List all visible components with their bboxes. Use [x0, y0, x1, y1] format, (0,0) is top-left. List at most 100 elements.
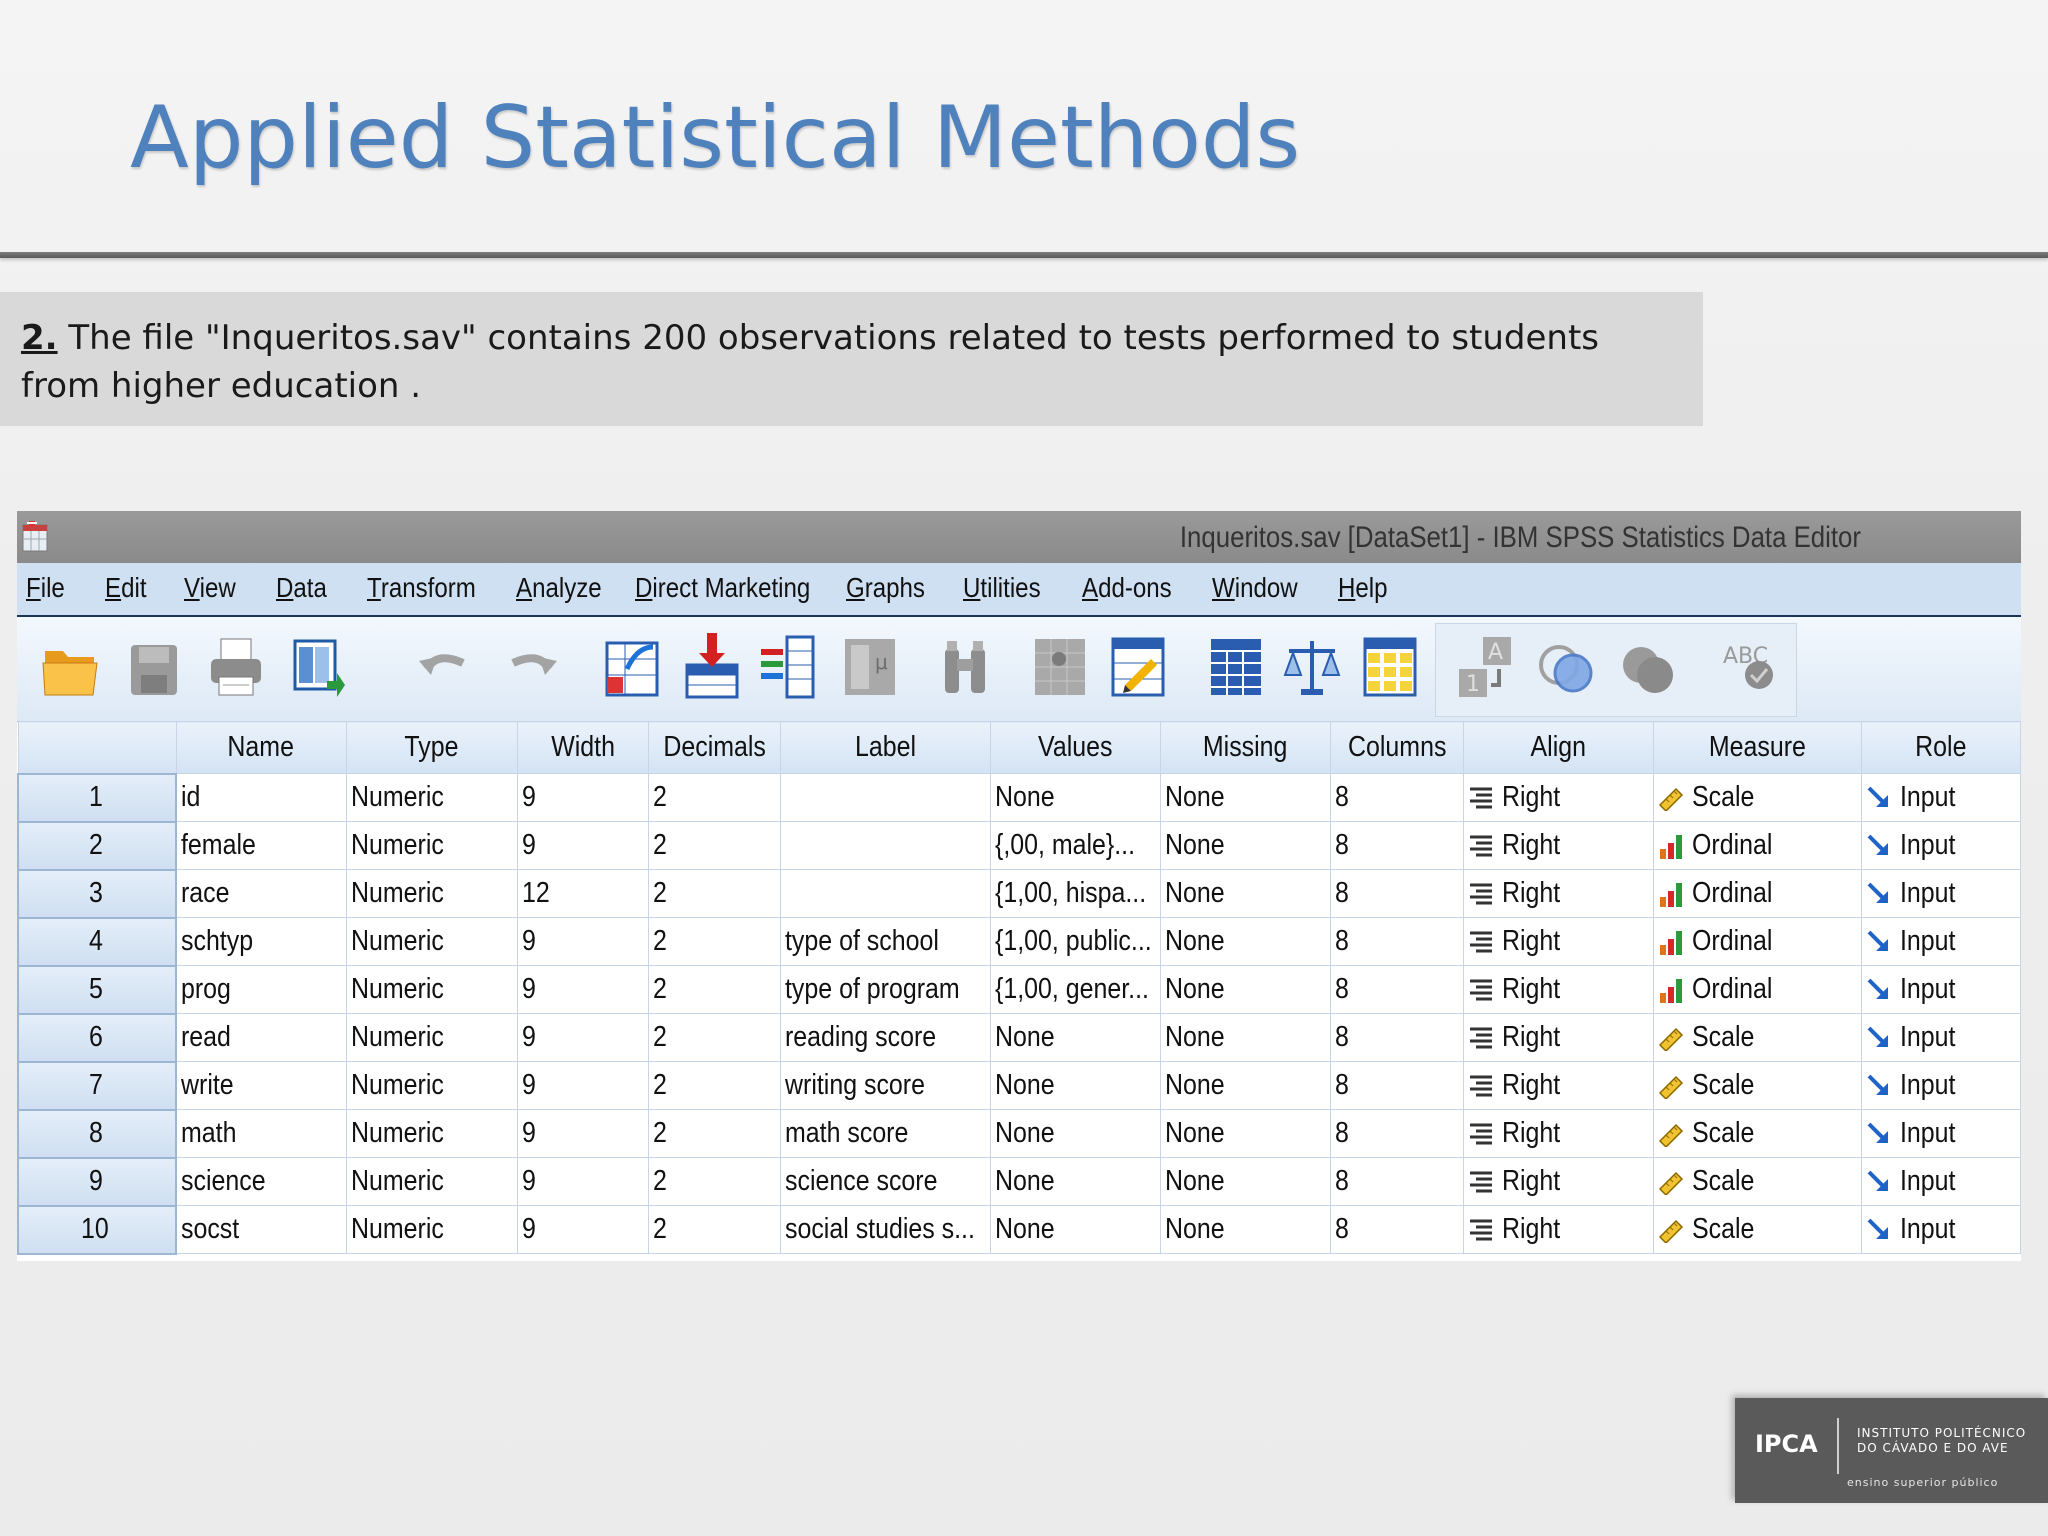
- cell-type[interactable]: Numeric: [345, 869, 518, 918]
- cell-align[interactable]: Right: [1462, 1157, 1654, 1206]
- cell-align[interactable]: Right: [1462, 821, 1654, 870]
- cell-missing[interactable]: None: [1159, 1205, 1331, 1254]
- cell-measure[interactable]: Ordinal: [1652, 965, 1862, 1014]
- column-header-align[interactable]: Align: [1462, 721, 1654, 774]
- redo-icon[interactable]: [501, 629, 563, 703]
- cell-columns[interactable]: 8: [1329, 965, 1464, 1014]
- cell-measure[interactable]: Scale: [1652, 1109, 1862, 1158]
- menu-edit[interactable]: Edit: [105, 572, 147, 604]
- cell-name[interactable]: schtyp: [175, 917, 347, 966]
- cell-name[interactable]: socst: [175, 1205, 347, 1254]
- cell-columns[interactable]: 8: [1329, 1205, 1464, 1254]
- cell-columns[interactable]: 8: [1329, 1013, 1464, 1062]
- cell-missing[interactable]: None: [1159, 1013, 1331, 1062]
- cell-type[interactable]: Numeric: [345, 821, 518, 870]
- cell-label[interactable]: writing score: [779, 1061, 991, 1110]
- cell-columns[interactable]: 8: [1329, 1157, 1464, 1206]
- goto-case-icon[interactable]: [601, 629, 663, 703]
- cell-width[interactable]: 9: [516, 1157, 649, 1206]
- column-header-measure[interactable]: Measure: [1652, 721, 1862, 774]
- row-number-10[interactable]: 10: [17, 1204, 178, 1255]
- cell-values[interactable]: None: [989, 1109, 1161, 1158]
- cell-measure[interactable]: Ordinal: [1652, 917, 1862, 966]
- save-icon[interactable]: [123, 629, 185, 703]
- recall-dialog-icon[interactable]: [287, 629, 349, 703]
- split-file-icon[interactable]: μ: [839, 629, 901, 703]
- value-labels-icon[interactable]: [1107, 629, 1169, 703]
- cell-type[interactable]: Numeric: [345, 1205, 518, 1254]
- row-number-7[interactable]: 7: [17, 1060, 178, 1111]
- cell-width[interactable]: 9: [516, 917, 649, 966]
- use-variable-sets-icon[interactable]: [1205, 629, 1267, 703]
- cell-label[interactable]: math score: [779, 1109, 991, 1158]
- cell-label[interactable]: type of program: [779, 965, 991, 1014]
- cell-type[interactable]: Numeric: [345, 1157, 518, 1206]
- cell-columns[interactable]: 8: [1329, 773, 1464, 822]
- cell-columns[interactable]: 8: [1329, 1109, 1464, 1158]
- cell-width[interactable]: 9: [516, 773, 649, 822]
- cell-decimals[interactable]: 2: [647, 1205, 781, 1254]
- print-icon[interactable]: [205, 629, 267, 703]
- cell-values[interactable]: {,00, male}...: [989, 821, 1161, 870]
- menu-direct-marketing[interactable]: Direct Marketing: [635, 572, 810, 604]
- cell-width[interactable]: 9: [516, 965, 649, 1014]
- cell-missing[interactable]: None: [1159, 1061, 1331, 1110]
- cell-measure[interactable]: Ordinal: [1652, 821, 1862, 870]
- weight-cases-icon[interactable]: [1281, 629, 1343, 703]
- cell-name[interactable]: math: [175, 1109, 347, 1158]
- insert-cases-icon[interactable]: [681, 629, 743, 703]
- cell-label[interactable]: [779, 773, 991, 822]
- cell-role[interactable]: Input: [1860, 821, 2021, 870]
- cell-decimals[interactable]: 2: [647, 1013, 781, 1062]
- cell-label[interactable]: [779, 869, 991, 918]
- cell-columns[interactable]: 8: [1329, 917, 1464, 966]
- column-header-width[interactable]: Width: [516, 721, 649, 774]
- spss-app-icon[interactable]: [21, 519, 51, 553]
- cell-decimals[interactable]: 2: [647, 965, 781, 1014]
- column-header-missing[interactable]: Missing: [1159, 721, 1331, 774]
- spell-check-icon[interactable]: ABC: [1717, 629, 1779, 703]
- cell-type[interactable]: Numeric: [345, 1013, 518, 1062]
- cell-name[interactable]: prog: [175, 965, 347, 1014]
- cell-role[interactable]: Input: [1860, 1205, 2021, 1254]
- cell-decimals[interactable]: 2: [647, 821, 781, 870]
- cell-measure[interactable]: Scale: [1652, 1013, 1862, 1062]
- cell-values[interactable]: None: [989, 1061, 1161, 1110]
- cell-missing[interactable]: None: [1159, 773, 1331, 822]
- menu-help[interactable]: Help: [1338, 572, 1388, 604]
- row-number-1[interactable]: 1: [17, 772, 178, 823]
- cell-type[interactable]: Numeric: [345, 1061, 518, 1110]
- cell-align[interactable]: Right: [1462, 773, 1654, 822]
- cell-decimals[interactable]: 2: [647, 1109, 781, 1158]
- open-folder-icon[interactable]: [39, 629, 101, 703]
- cell-decimals[interactable]: 2: [647, 1157, 781, 1206]
- menu-add-ons[interactable]: Add-ons: [1082, 572, 1172, 604]
- cell-label[interactable]: [779, 821, 991, 870]
- cell-align[interactable]: Right: [1462, 869, 1654, 918]
- cell-align[interactable]: Right: [1462, 1109, 1654, 1158]
- cell-values[interactable]: None: [989, 1157, 1161, 1206]
- cell-missing[interactable]: None: [1159, 917, 1331, 966]
- cell-width[interactable]: 9: [516, 1061, 649, 1110]
- cell-align[interactable]: Right: [1462, 965, 1654, 1014]
- cell-missing[interactable]: None: [1159, 821, 1331, 870]
- cell-values[interactable]: {1,00, public...: [989, 917, 1161, 966]
- cell-missing[interactable]: None: [1159, 965, 1331, 1014]
- cell-values[interactable]: {1,00, hispa...: [989, 869, 1161, 918]
- cell-label[interactable]: science score: [779, 1157, 991, 1206]
- menu-data[interactable]: Data: [276, 572, 327, 604]
- cell-values[interactable]: None: [989, 1013, 1161, 1062]
- cell-measure[interactable]: Scale: [1652, 1157, 1862, 1206]
- cell-label[interactable]: social studies s...: [779, 1205, 991, 1254]
- row-number-9[interactable]: 9: [17, 1156, 178, 1207]
- column-header-values[interactable]: Values: [989, 721, 1161, 774]
- column-header-name[interactable]: Name: [175, 721, 347, 774]
- cell-name[interactable]: female: [175, 821, 347, 870]
- menu-analyze[interactable]: Analyze: [516, 572, 602, 604]
- cell-type[interactable]: Numeric: [345, 1109, 518, 1158]
- cell-name[interactable]: race: [175, 869, 347, 918]
- column-header-role[interactable]: Role: [1860, 721, 2021, 774]
- cell-missing[interactable]: None: [1159, 869, 1331, 918]
- menu-window[interactable]: Window: [1212, 572, 1298, 604]
- menu-graphs[interactable]: Graphs: [846, 572, 925, 604]
